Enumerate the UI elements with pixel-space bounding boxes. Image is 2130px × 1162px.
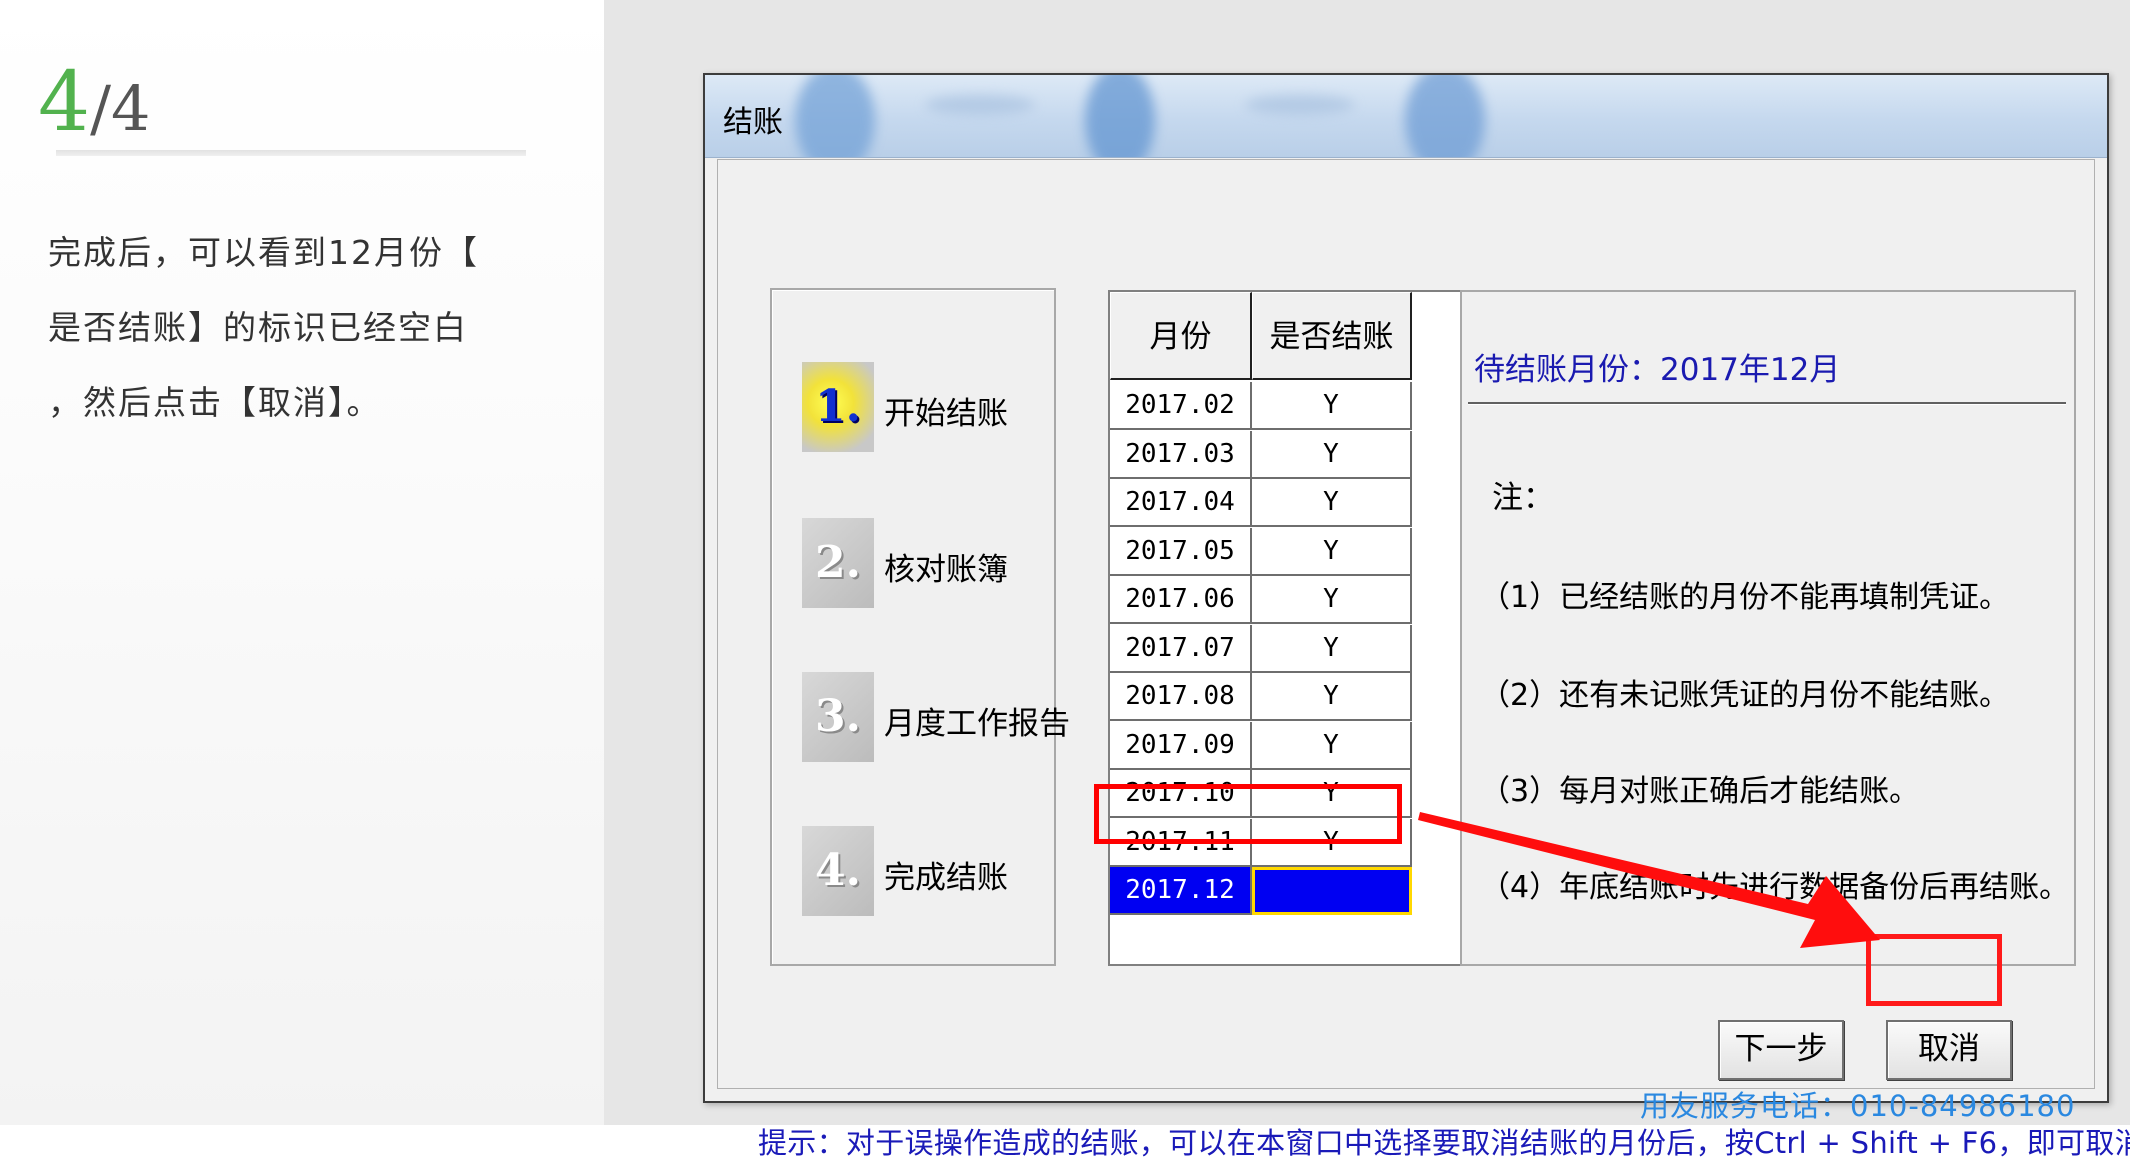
step-number-badge: 1. bbox=[802, 362, 874, 452]
next-step-button[interactable]: 下一步 bbox=[1718, 1020, 1844, 1080]
table-row[interactable]: 2017.02 Y bbox=[1110, 382, 1412, 430]
step-label: 完成结账 bbox=[884, 860, 1008, 896]
step-label: 核对账簿 bbox=[884, 552, 1008, 588]
step-number-badge: 3. bbox=[802, 672, 874, 762]
step-counter: 4/4 bbox=[38, 58, 151, 148]
table-row[interactable]: 2017.11 Y bbox=[1110, 818, 1412, 867]
instruction-line: 是否结账】的标识已经空白 bbox=[48, 308, 468, 347]
table-row[interactable]: 2017.08 Y bbox=[1110, 673, 1412, 721]
blurred-desktop-label bbox=[925, 95, 1035, 115]
divider bbox=[56, 150, 526, 156]
cell-month[interactable]: 2017.04 bbox=[1110, 479, 1252, 527]
cell-month[interactable]: 2017.08 bbox=[1110, 673, 1252, 721]
note-item: （2）还有未记账凭证的月份不能结账。 bbox=[1480, 678, 2010, 713]
title-bar[interactable]: 结账 bbox=[705, 75, 2107, 158]
cell-month[interactable]: 2017.12 bbox=[1110, 867, 1252, 915]
blurred-desktop-label bbox=[1245, 95, 1355, 115]
wizard-step-check-ledgers: 2. 核对账簿 bbox=[802, 518, 1052, 610]
cell-closed-flag[interactable]: Y bbox=[1252, 479, 1412, 527]
step-number-badge: 4. bbox=[802, 826, 874, 916]
cell-closed-flag[interactable]: Y bbox=[1252, 382, 1412, 430]
cell-closed-flag[interactable]: Y bbox=[1252, 673, 1412, 721]
column-header-closed[interactable]: 是否结账 bbox=[1252, 292, 1412, 380]
instruction-text: 完成后，可以看到12月份【 是否结账】的标识已经空白 ，然后点击【取消】。 bbox=[48, 215, 518, 440]
table-row[interactable]: 2017.12 bbox=[1110, 867, 1412, 915]
instruction-line: ，然后点击【取消】。 bbox=[48, 383, 382, 422]
table-row[interactable]: 2017.05 Y bbox=[1110, 527, 1412, 576]
table-row[interactable]: 2017.03 Y bbox=[1110, 430, 1412, 479]
cell-closed-flag[interactable]: Y bbox=[1252, 576, 1412, 624]
wizard-step-finish-closing: 4. 完成结账 bbox=[802, 826, 1052, 918]
cell-closed-flag[interactable]: Y bbox=[1252, 770, 1412, 818]
cell-closed-flag[interactable]: Y bbox=[1252, 721, 1412, 770]
window-title: 结账 bbox=[723, 105, 783, 140]
month-end-closing-dialog: 结账 1. 开始结账 2. 核对账簿 3. 月度工作报告 4. 完成结账 月份 … bbox=[703, 73, 2130, 1160]
blurred-desktop-icon bbox=[795, 75, 875, 157]
cell-month[interactable]: 2017.10 bbox=[1110, 770, 1252, 818]
hint-text: 提示：对于误操作造成的结账，可以在本窗口中选择要取消结账的月份后，按Ctrl +… bbox=[758, 1126, 2130, 1160]
wizard-step-monthly-report: 3. 月度工作报告 bbox=[802, 672, 1070, 764]
cell-month[interactable]: 2017.07 bbox=[1110, 624, 1252, 673]
cell-month[interactable]: 2017.06 bbox=[1110, 576, 1252, 624]
table-row[interactable]: 2017.04 Y bbox=[1110, 479, 1412, 527]
cell-closed-flag[interactable]: Y bbox=[1252, 818, 1412, 867]
pending-month-label: 待结账月份：2017年12月 bbox=[1474, 352, 1841, 388]
cell-month[interactable]: 2017.02 bbox=[1110, 382, 1252, 430]
wizard-steps: 1. 开始结账 2. 核对账簿 3. 月度工作报告 4. 完成结账 bbox=[770, 288, 1070, 966]
wizard-step-start-closing: 1. 开始结账 bbox=[802, 362, 1052, 454]
step-label: 月度工作报告 bbox=[884, 706, 1070, 742]
step-label: 开始结账 bbox=[884, 396, 1008, 432]
table-header: 月份 是否结账 bbox=[1110, 292, 1412, 382]
table-row[interactable]: 2017.10 Y bbox=[1110, 770, 1412, 818]
note-title: 注： bbox=[1492, 480, 1554, 516]
service-hotline: 用友服务电话：010-84986180 bbox=[1640, 1089, 2076, 1123]
cell-month[interactable]: 2017.05 bbox=[1110, 527, 1252, 576]
step-total-number: /4 bbox=[90, 72, 151, 145]
table-row[interactable]: 2017.06 Y bbox=[1110, 576, 1412, 624]
cancel-button[interactable]: 取消 bbox=[1886, 1020, 2012, 1080]
cell-closed-flag[interactable]: Y bbox=[1252, 430, 1412, 479]
blurred-desktop-icon bbox=[1405, 75, 1485, 157]
step-current-number: 4 bbox=[38, 55, 91, 150]
note-item: （3）每月对账正确后才能结账。 bbox=[1480, 774, 1920, 809]
instruction-line: 完成后，可以看到12月份【 bbox=[48, 233, 479, 272]
table-row[interactable]: 2017.09 Y bbox=[1110, 721, 1412, 770]
divider bbox=[1468, 402, 2066, 404]
cell-month[interactable]: 2017.11 bbox=[1110, 818, 1252, 867]
closing-month-table[interactable]: 月份 是否结账 2017.02 Y 2017.03 Y 2017.04 Y 2017.05 Y… bbox=[1108, 290, 1460, 966]
cell-month[interactable]: 2017.03 bbox=[1110, 430, 1252, 479]
cell-month[interactable]: 2017.09 bbox=[1110, 721, 1252, 770]
closing-info-panel: 待结账月份：2017年12月 注： （1）已经结账的月份不能再填制凭证。 （2）… bbox=[1460, 290, 2076, 966]
blurred-desktop-icon bbox=[1085, 75, 1155, 157]
dialog-content: 1. 开始结账 2. 核对账簿 3. 月度工作报告 4. 完成结账 月份 是否结… bbox=[717, 159, 2130, 1160]
table-row[interactable]: 2017.07 Y bbox=[1110, 624, 1412, 673]
note-item: （4）年底结账时先进行数据备份后再结账。 bbox=[1480, 870, 2070, 905]
cell-closed-flag[interactable]: Y bbox=[1252, 624, 1412, 673]
column-header-month[interactable]: 月份 bbox=[1110, 292, 1252, 380]
instruction-panel: 4/4 完成后，可以看到12月份【 是否结账】的标识已经空白 ，然后点击【取消】… bbox=[0, 0, 604, 1125]
cell-closed-flag[interactable]: Y bbox=[1252, 527, 1412, 576]
cell-closed-flag[interactable] bbox=[1252, 867, 1412, 915]
note-item: （1）已经结账的月份不能再填制凭证。 bbox=[1480, 580, 2010, 615]
step-number-badge: 2. bbox=[802, 518, 874, 608]
